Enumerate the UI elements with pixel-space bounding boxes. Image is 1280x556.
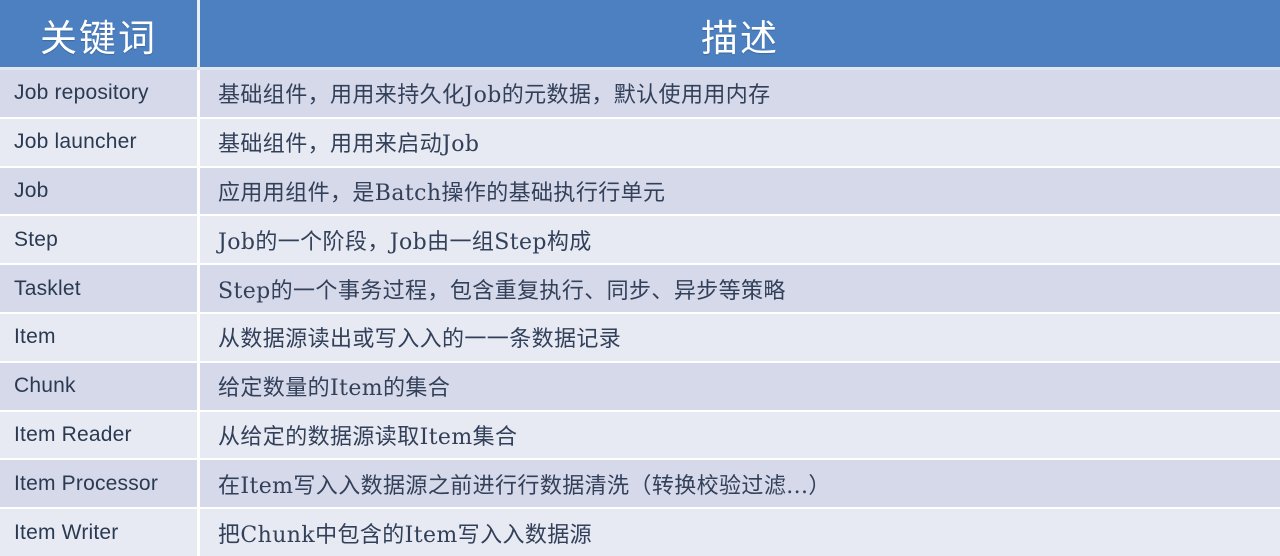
table-row: Job 应用用组件，是Batch操作的基础执行行单元 [0,167,1280,217]
table-row: Job launcher 基础组件，用用来启动Job [0,118,1280,168]
cell-keyword: Item Reader [0,411,200,459]
table-row: Step Job的一个阶段，Job由一组Step构成 [0,216,1280,266]
cell-keyword: Chunk [0,362,200,410]
table-row: Job repository 基础组件，用用来持久化Job的元数据，默认使用用内… [0,70,1280,119]
cell-description: 基础组件，用用来启动Job [218,132,480,158]
cell-description: Job的一个阶段，Job由一组Step构成 [218,229,592,255]
column-header-keyword: 关键词 [0,0,200,70]
cell-description: 给定数量的Item的集合 [218,376,451,402]
cell-description: 把Chunk中包含的Item写入入数据源 [218,522,593,548]
cell-keyword: Job launcher [0,118,200,166]
cell-description: 在Item写入入数据源之前进行行数据清洗（转换校验过滤...） [218,473,831,499]
cell-description: 基础组件，用用来持久化Job的元数据，默认使用用内存 [218,83,771,109]
table-row: Item 从数据源读出或写入入的一一条数据记录 [0,313,1280,363]
cell-keyword: Item [0,313,200,361]
cell-keyword: Job [0,167,200,215]
cell-keyword: Item Writer [0,509,200,556]
cell-description: 从给定的数据源读取Item集合 [218,424,518,450]
cell-keyword: Job repository [0,70,200,117]
cell-keyword: Item Processor [0,460,200,508]
cell-description: 应用用组件，是Batch操作的基础执行行单元 [218,180,666,206]
table-row: Item Reader 从给定的数据源读取Item集合 [0,411,1280,461]
cell-description: 从数据源读出或写入入的一一条数据记录 [218,327,622,353]
cell-description: Step的一个事务过程，包含重复执行、同步、异步等策略 [218,278,786,304]
table-body: Job repository 基础组件，用用来持久化Job的元数据，默认使用用内… [0,70,1280,556]
keyword-description-table: 关键词 描述 Job repository 基础组件，用用来持久化Job的元数据… [0,0,1280,556]
table-header-row: 关键词 描述 [0,0,1280,70]
cell-keyword: Step [0,216,200,264]
table-row: Item Writer 把Chunk中包含的Item写入入数据源 [0,509,1280,556]
table-row: Tasklet Step的一个事务过程，包含重复执行、同步、异步等策略 [0,265,1280,314]
column-header-description: 描述 [701,17,779,60]
cell-keyword: Tasklet [0,265,200,312]
table-row: Item Processor 在Item写入入数据源之前进行行数据清洗（转换校验… [0,460,1280,510]
table-row: Chunk 给定数量的Item的集合 [0,362,1280,412]
